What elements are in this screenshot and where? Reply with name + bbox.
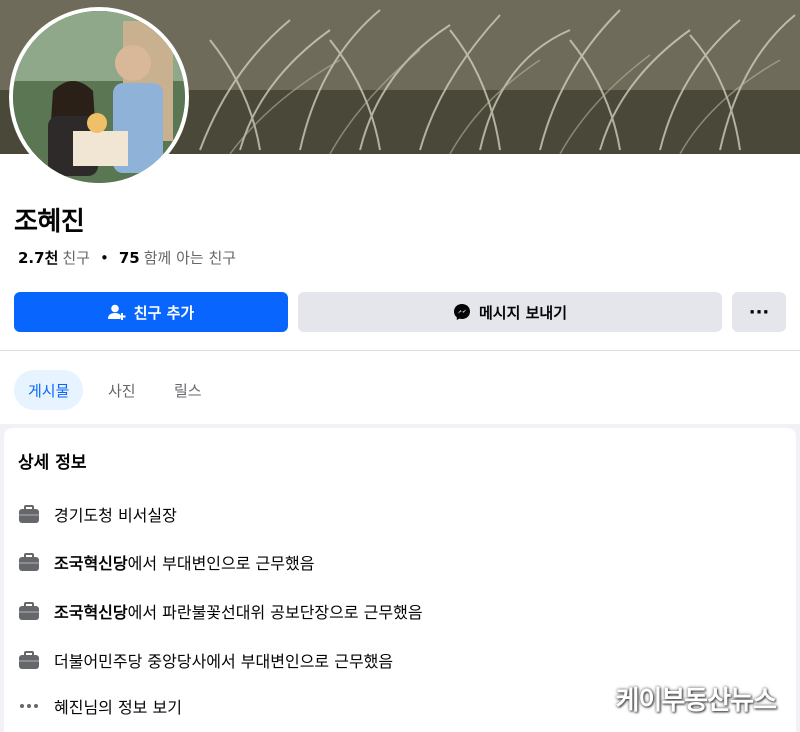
friends-count[interactable]: 2.7천 xyxy=(18,247,58,268)
detail-item[interactable]: 더불어민주당 중앙당사에서 부대변인으로 근무했음 xyxy=(18,648,393,672)
send-message-label: 메시지 보내기 xyxy=(478,303,568,322)
detail-text: 더불어민주당 중앙당사에서 부대변인으로 근무했음 xyxy=(54,652,394,671)
messenger-icon xyxy=(453,304,470,320)
tab-photos[interactable]: 사진 xyxy=(94,370,150,410)
profile-header: 조혜진 2.7천 친구 • 75 함께 아는 친구 친구 추가 메시지 보내기 … xyxy=(0,0,800,424)
see-more-info-link[interactable]: 혜진님의 정보 보기 xyxy=(18,694,182,718)
friend-stats: 2.7천 친구 • 75 함께 아는 친구 xyxy=(18,247,236,268)
avatar-photo xyxy=(13,11,185,183)
briefcase-icon xyxy=(18,551,40,573)
profile-avatar[interactable] xyxy=(9,7,189,187)
briefcase-icon xyxy=(18,503,40,525)
detail-text: 에서 부대변인으로 근무했음 xyxy=(127,554,315,573)
mutual-friends-label[interactable]: 함께 아는 친구 xyxy=(144,247,236,268)
news-watermark: 케이부동산뉴스 xyxy=(615,686,777,716)
detail-item[interactable]: 조국혁신당에서 부대변인으로 근무했음 xyxy=(18,550,314,574)
profile-name: 조혜진 xyxy=(14,207,85,237)
mutual-friends-count[interactable]: 75 xyxy=(119,249,140,267)
detail-text: 경기도청 비서실장 xyxy=(54,506,177,525)
add-friend-icon xyxy=(107,304,126,320)
detail-org-link[interactable]: 조국혁신당 xyxy=(54,603,128,622)
briefcase-icon xyxy=(18,649,40,671)
detail-org-link[interactable]: 조국혁신당 xyxy=(54,554,128,573)
detail-item[interactable]: 경기도청 비서실장 xyxy=(18,502,177,526)
details-title: 상세 정보 xyxy=(18,453,87,473)
separator-dot: • xyxy=(99,248,109,267)
tab-reels[interactable]: 릴스 xyxy=(160,370,216,410)
add-friend-label: 친구 추가 xyxy=(133,303,195,322)
more-dots-icon xyxy=(18,695,40,717)
detail-text: 에서 파란불꽃선대위 공보단장으로 근무했음 xyxy=(127,603,423,622)
more-options-icon: ··· xyxy=(748,301,770,323)
send-message-button[interactable]: 메시지 보내기 xyxy=(298,292,722,332)
friends-label[interactable]: 친구 xyxy=(62,247,90,268)
briefcase-icon xyxy=(18,600,40,622)
tab-posts[interactable]: 게시물 xyxy=(14,370,84,410)
detail-item[interactable]: 조국혁신당에서 파란불꽃선대위 공보단장으로 근무했음 xyxy=(18,599,423,623)
header-divider xyxy=(0,350,800,351)
add-friend-button[interactable]: 친구 추가 xyxy=(14,292,288,332)
more-options-button[interactable]: ··· xyxy=(732,292,786,332)
see-more-label: 혜진님의 정보 보기 xyxy=(54,698,182,717)
